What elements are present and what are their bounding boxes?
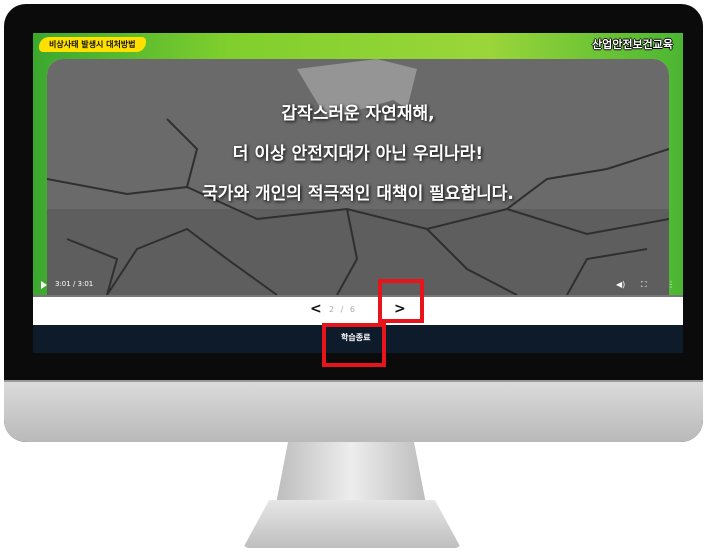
highlight-next-button <box>378 279 424 323</box>
time-display: 3:01 / 3:01 <box>55 280 94 288</box>
brand-logo: 산업안전보건교육 <box>592 38 673 51</box>
caption-line-1: 갑작스러운 자연재해, <box>281 104 435 124</box>
highlight-finish-button <box>322 323 386 367</box>
volume-icon[interactable]: ◀) <box>616 280 625 289</box>
cracked-ground-image <box>47 59 669 295</box>
monitor-stand-base <box>243 500 461 548</box>
video-player[interactable]: 비상사태 발생시 대처방법 산업안전보건교육 갑작스러운 자연재해, 더 이상 … <box>33 33 683 295</box>
more-icon[interactable]: ⋮ <box>667 280 675 289</box>
screen: 비상사태 발생시 대처방법 산업안전보건교육 갑작스러운 자연재해, 더 이상 … <box>33 33 683 353</box>
caption-line-3: 국가와 개인의 적극적인 대책이 필요합니다. <box>202 184 514 204</box>
page-navigation: < 2 / 6 > <box>33 297 683 325</box>
video-frame: 갑작스러운 자연재해, 더 이상 안전지대가 아닌 우리나라! 국가와 개인의 … <box>47 59 669 295</box>
play-icon[interactable] <box>41 281 47 289</box>
fullscreen-icon[interactable]: ⛶ <box>641 280 647 290</box>
video-controls: 3:01 / 3:01 ◀) ⛶ ⋮ <box>33 279 683 295</box>
caption-line-2: 더 이상 안전지대가 아닌 우리나라! <box>232 144 484 164</box>
monitor-chin <box>4 380 703 442</box>
chin-divider <box>4 380 703 382</box>
monitor-stand-neck <box>276 442 426 504</box>
prev-page-button[interactable]: < <box>310 301 322 317</box>
page-counter: 2 / 6 <box>329 305 357 314</box>
category-tag: 비상사태 발생시 대처방법 <box>39 37 146 52</box>
